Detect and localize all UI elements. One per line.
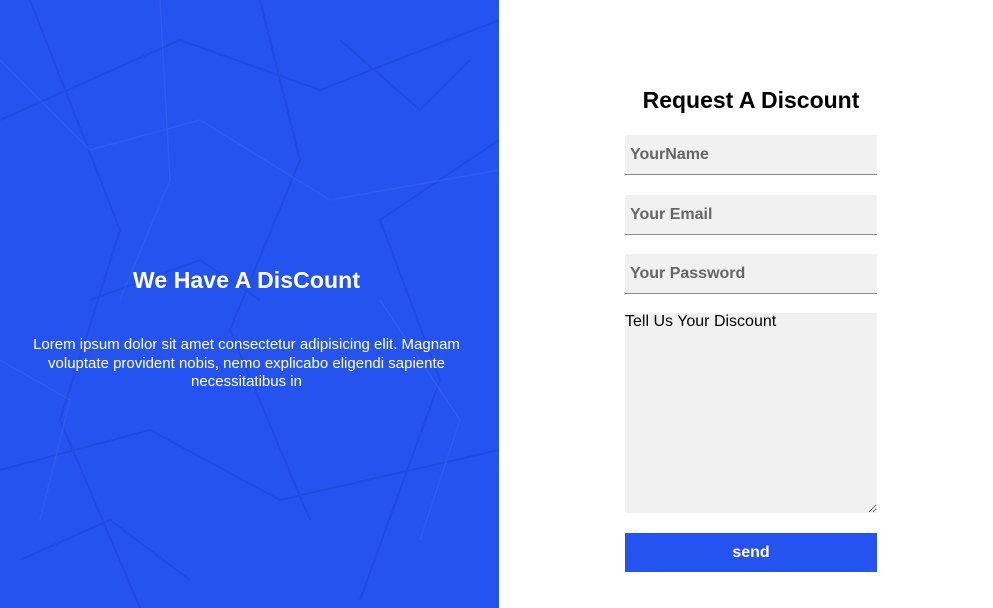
discount-form-panel: Request A Discount send — [499, 0, 993, 608]
promo-description: Lorem ipsum dolor sit amet consectetur a… — [33, 336, 460, 390]
password-input[interactable] — [625, 254, 877, 294]
background-texture — [0, 0, 499, 608]
form-title: Request A Discount — [642, 87, 860, 113]
promo-title: We Have A DisCount — [132, 267, 361, 293]
discount-page: We Have A DisCount Lorem ipsum dolor sit… — [0, 0, 993, 608]
email-input[interactable] — [625, 195, 877, 235]
name-input[interactable] — [625, 135, 877, 175]
discount-message-textarea[interactable] — [625, 313, 877, 513]
promo-panel: We Have A DisCount Lorem ipsum dolor sit… — [0, 0, 499, 608]
send-button[interactable]: send — [625, 533, 877, 572]
